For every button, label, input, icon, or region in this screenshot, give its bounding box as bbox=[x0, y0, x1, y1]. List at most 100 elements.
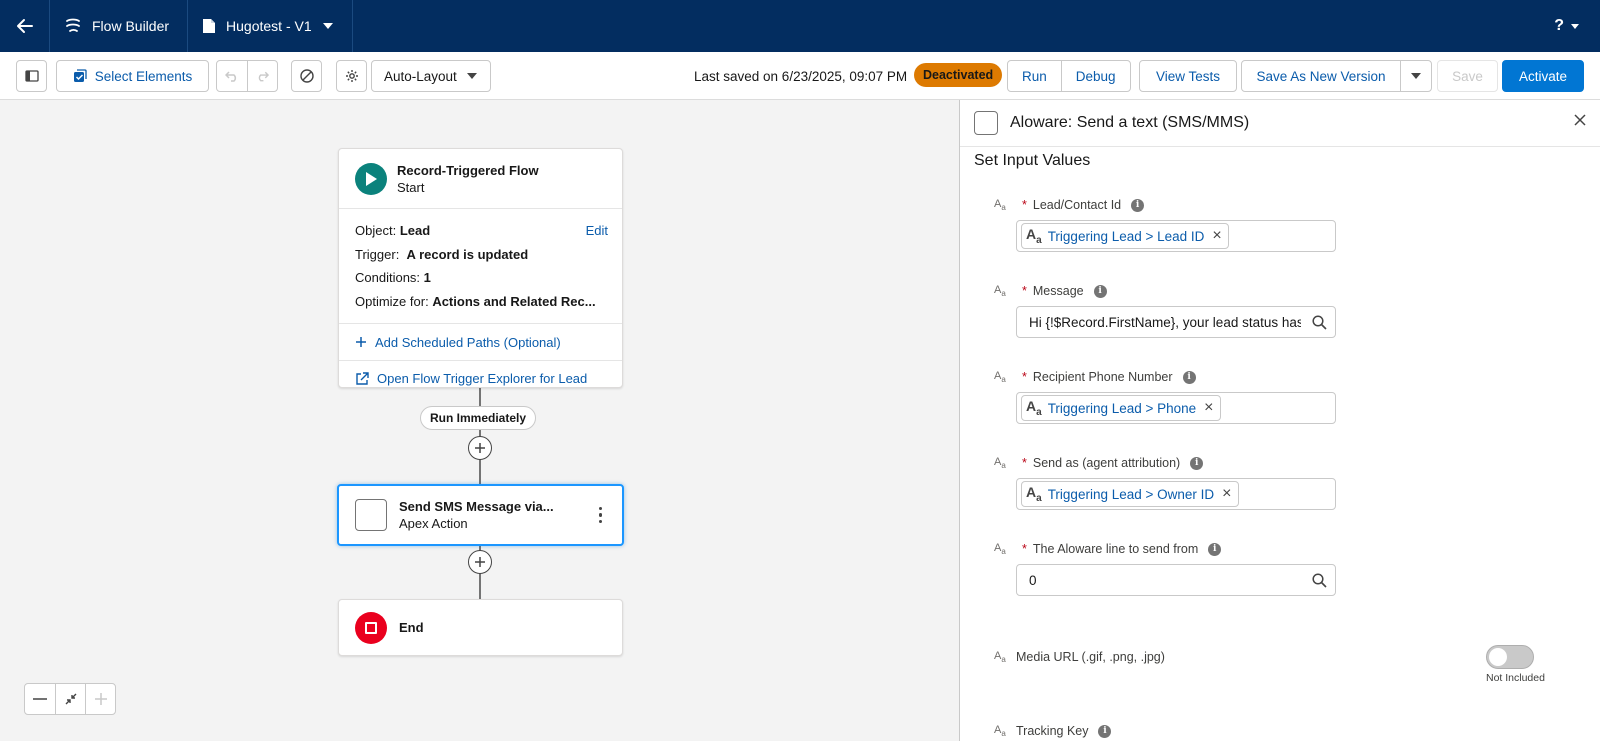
remove-icon[interactable]: × bbox=[1222, 485, 1231, 503]
save-as-new-version-button[interactable]: Save As New Version bbox=[1242, 61, 1400, 91]
aloware-line-input[interactable]: 0 bbox=[1016, 564, 1336, 596]
add-element-button[interactable] bbox=[468, 550, 492, 574]
redo-button[interactable] bbox=[247, 61, 277, 91]
message-input[interactable]: Hi {!$Record.FirstName}, your lead statu… bbox=[1016, 306, 1336, 338]
top-navigation-bar: Flow Builder Hugotest - V1 ? bbox=[0, 0, 1600, 52]
undo-button[interactable] bbox=[217, 61, 247, 91]
text-type-icon: Aa bbox=[994, 455, 1006, 471]
apex-action-card[interactable]: Send SMS Message via... Apex Action bbox=[337, 484, 624, 546]
errors-button[interactable] bbox=[291, 60, 322, 92]
fit-view-button[interactable] bbox=[55, 684, 85, 714]
select-elements-button[interactable]: Select Elements bbox=[56, 60, 209, 92]
last-saved-text: Last saved on 6/23/2025, 09:07 PM bbox=[694, 68, 908, 84]
add-scheduled-paths-link[interactable]: Add Scheduled Paths (Optional) bbox=[339, 324, 622, 360]
field-label: Send as (agent attribution) bbox=[1032, 456, 1181, 470]
section-title: Set Input Values bbox=[974, 152, 1091, 169]
zoom-controls bbox=[24, 683, 116, 715]
minus-icon bbox=[33, 698, 47, 700]
required-marker: * bbox=[1022, 198, 1027, 212]
info-icon[interactable]: i bbox=[1093, 284, 1107, 298]
resource-pill-label: Triggering Lead > Phone bbox=[1047, 400, 1197, 416]
trigger-value: A record is updated bbox=[406, 246, 529, 262]
resource-pill[interactable]: Aa Triggering Lead > Phone × bbox=[1021, 395, 1221, 421]
play-icon bbox=[355, 162, 387, 195]
end-title: End bbox=[399, 620, 424, 635]
close-icon bbox=[1574, 114, 1586, 126]
close-panel-button[interactable] bbox=[1574, 114, 1586, 129]
tracking-key-field: Aa Tracking Key i bbox=[994, 722, 1594, 740]
required-marker: * bbox=[1022, 542, 1027, 556]
toggle-knob bbox=[1489, 648, 1507, 666]
info-icon[interactable]: i bbox=[1190, 456, 1204, 470]
object-value: Lead bbox=[399, 223, 431, 238]
more-actions-icon[interactable] bbox=[595, 503, 607, 528]
conditions-value: 1 bbox=[423, 270, 431, 285]
required-marker: * bbox=[1022, 284, 1027, 298]
flow-canvas[interactable]: Record-Triggered Flow Start Edit Object:… bbox=[0, 100, 959, 741]
aloware-line-value: 0 bbox=[1029, 572, 1037, 588]
end-element-card[interactable]: End bbox=[338, 599, 623, 656]
media-url-toggle[interactable] bbox=[1486, 645, 1534, 669]
run-button[interactable]: Run bbox=[1008, 61, 1061, 91]
zoom-out-button[interactable] bbox=[25, 684, 55, 714]
block-icon bbox=[299, 69, 314, 83]
field-label-row: Aa Tracking Key i bbox=[994, 722, 1594, 740]
view-tests-button[interactable]: View Tests bbox=[1139, 60, 1237, 92]
status-badge: Deactivated bbox=[914, 63, 1003, 87]
required-marker: * bbox=[1022, 370, 1027, 384]
back-button[interactable] bbox=[0, 0, 50, 52]
zoom-in-button[interactable] bbox=[85, 684, 115, 714]
toggle-panel-button[interactable] bbox=[16, 60, 47, 92]
lead-contact-id-input[interactable]: Aa Triggering Lead > Lead ID × bbox=[1016, 220, 1336, 252]
info-icon[interactable]: i bbox=[1131, 198, 1145, 212]
file-dropdown[interactable]: Hugotest - V1 bbox=[188, 0, 353, 52]
field-label: Media URL (.gif, .png, .jpg) bbox=[1016, 650, 1165, 664]
start-element-card[interactable]: Record-Triggered Flow Start Edit Object:… bbox=[338, 148, 623, 388]
file-name: Hugotest - V1 bbox=[226, 18, 312, 34]
run-debug-group: Run Debug bbox=[1007, 60, 1131, 92]
select-elements-icon bbox=[73, 69, 87, 82]
resource-pill[interactable]: Aa Triggering Lead > Owner ID × bbox=[1021, 481, 1239, 507]
optimize-value: Actions and Related Rec... bbox=[432, 293, 596, 309]
remove-icon[interactable]: × bbox=[1204, 399, 1213, 417]
object-label: Object: bbox=[355, 223, 397, 238]
layout-select[interactable]: Auto-Layout bbox=[371, 60, 491, 92]
trigger-row: Trigger: A record is updated bbox=[355, 243, 606, 267]
action-title: Send SMS Message via... bbox=[399, 499, 554, 514]
undo-icon bbox=[225, 71, 237, 82]
resource-pill-label: Triggering Lead > Lead ID bbox=[1047, 228, 1205, 244]
recipient-phone-input[interactable]: Aa Triggering Lead > Phone × bbox=[1016, 392, 1336, 424]
contract-icon bbox=[65, 693, 76, 705]
info-icon[interactable]: i bbox=[1208, 542, 1222, 556]
edit-start-link[interactable]: Edit bbox=[586, 219, 608, 243]
help-menu[interactable]: ? bbox=[1554, 0, 1580, 52]
text-type-icon: Aa bbox=[994, 283, 1006, 299]
info-icon[interactable]: i bbox=[1098, 724, 1112, 738]
activate-button[interactable]: Activate bbox=[1502, 60, 1584, 92]
optimize-label: Optimize for: bbox=[355, 293, 429, 309]
conditions-row: Conditions: 1 bbox=[355, 266, 606, 290]
info-icon[interactable]: i bbox=[1182, 370, 1196, 384]
field-label: Lead/Contact Id bbox=[1032, 198, 1122, 212]
resource-pill-label: Triggering Lead > Owner ID bbox=[1047, 486, 1215, 502]
text-type-icon: Aa bbox=[994, 649, 1006, 665]
open-trigger-explorer-link[interactable]: Open Flow Trigger Explorer for Lead bbox=[339, 360, 622, 396]
field-label-row: Aa * Lead/Contact Id i bbox=[994, 196, 1594, 214]
save-options-button[interactable] bbox=[1400, 61, 1431, 91]
resource-pill[interactable]: Aa Triggering Lead > Lead ID × bbox=[1021, 223, 1229, 249]
conditions-label: Conditions: bbox=[355, 270, 421, 285]
action-icon bbox=[355, 499, 387, 531]
external-link-icon bbox=[356, 371, 369, 385]
save-button[interactable]: Save bbox=[1437, 60, 1498, 92]
layout-value: Auto-Layout bbox=[384, 68, 457, 84]
add-element-button[interactable] bbox=[468, 436, 492, 460]
file-icon bbox=[203, 19, 216, 33]
panel-header: Aloware: Send a text (SMS/MMS) bbox=[960, 100, 1600, 147]
toolbar: Select Elements Auto-Layout Last saved o… bbox=[0, 52, 1600, 100]
settings-button[interactable] bbox=[336, 60, 367, 92]
field-label: Recipient Phone Number bbox=[1032, 370, 1173, 384]
action-icon bbox=[974, 111, 998, 135]
remove-icon[interactable]: × bbox=[1212, 227, 1221, 245]
send-as-input[interactable]: Aa Triggering Lead > Owner ID × bbox=[1016, 478, 1336, 510]
debug-button[interactable]: Debug bbox=[1060, 61, 1130, 91]
